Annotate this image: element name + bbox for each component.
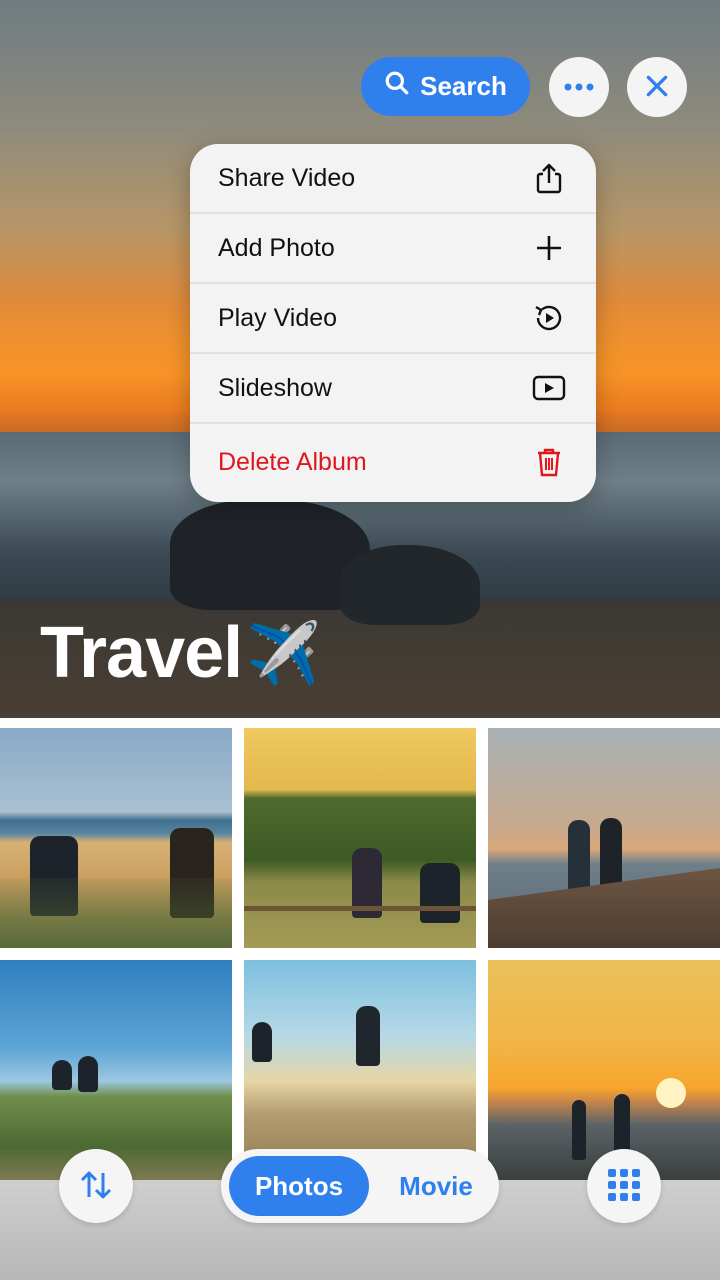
menu-item-delete-album[interactable]: Delete Album — [190, 424, 596, 500]
more-horizontal-icon — [563, 80, 595, 95]
plus-icon — [532, 231, 566, 265]
search-label: Search — [420, 71, 507, 101]
more-button[interactable] — [549, 57, 609, 117]
menu-item-label: Slideshow — [218, 373, 332, 402]
album-title: Travel ✈️ — [40, 612, 321, 694]
view-mode-segmented-control: Photos Movie — [221, 1149, 499, 1223]
sort-arrows-icon — [78, 1169, 114, 1204]
trash-icon — [532, 445, 566, 479]
grid-icon — [607, 1168, 641, 1205]
photo-thumbnail[interactable] — [244, 960, 476, 1180]
replay-icon — [532, 301, 566, 335]
album-context-menu: Share Video Add Photo Play Video Slidesh… — [190, 144, 596, 502]
sort-button[interactable] — [59, 1149, 133, 1223]
photo-thumbnail[interactable] — [0, 728, 232, 948]
photo-thumbnail[interactable] — [488, 728, 720, 948]
menu-item-slideshow[interactable]: Slideshow — [190, 354, 596, 424]
menu-item-share-video[interactable]: Share Video — [190, 144, 596, 214]
tab-movie[interactable]: Movie — [381, 1156, 491, 1216]
search-button[interactable]: Search — [361, 57, 530, 116]
share-icon — [532, 161, 566, 195]
grid-view-button[interactable] — [587, 1149, 661, 1223]
menu-item-play-video[interactable]: Play Video — [190, 284, 596, 354]
menu-item-label: Share Video — [218, 163, 356, 192]
album-title-text: Travel — [40, 613, 243, 693]
menu-item-label: Delete Album — [218, 447, 367, 476]
menu-item-label: Play Video — [218, 303, 338, 332]
photo-thumbnail[interactable] — [0, 960, 232, 1180]
photo-thumbnail[interactable] — [488, 960, 720, 1180]
close-icon — [644, 73, 670, 102]
airplane-icon: ✈️ — [246, 619, 321, 687]
menu-item-label: Add Photo — [218, 233, 335, 262]
rock — [340, 545, 480, 625]
tab-photos[interactable]: Photos — [229, 1156, 369, 1216]
play-rectangle-icon — [532, 371, 566, 405]
close-button[interactable] — [627, 57, 687, 117]
menu-item-add-photo[interactable]: Add Photo — [190, 214, 596, 284]
photo-thumbnail[interactable] — [244, 728, 476, 948]
search-icon — [384, 70, 410, 103]
